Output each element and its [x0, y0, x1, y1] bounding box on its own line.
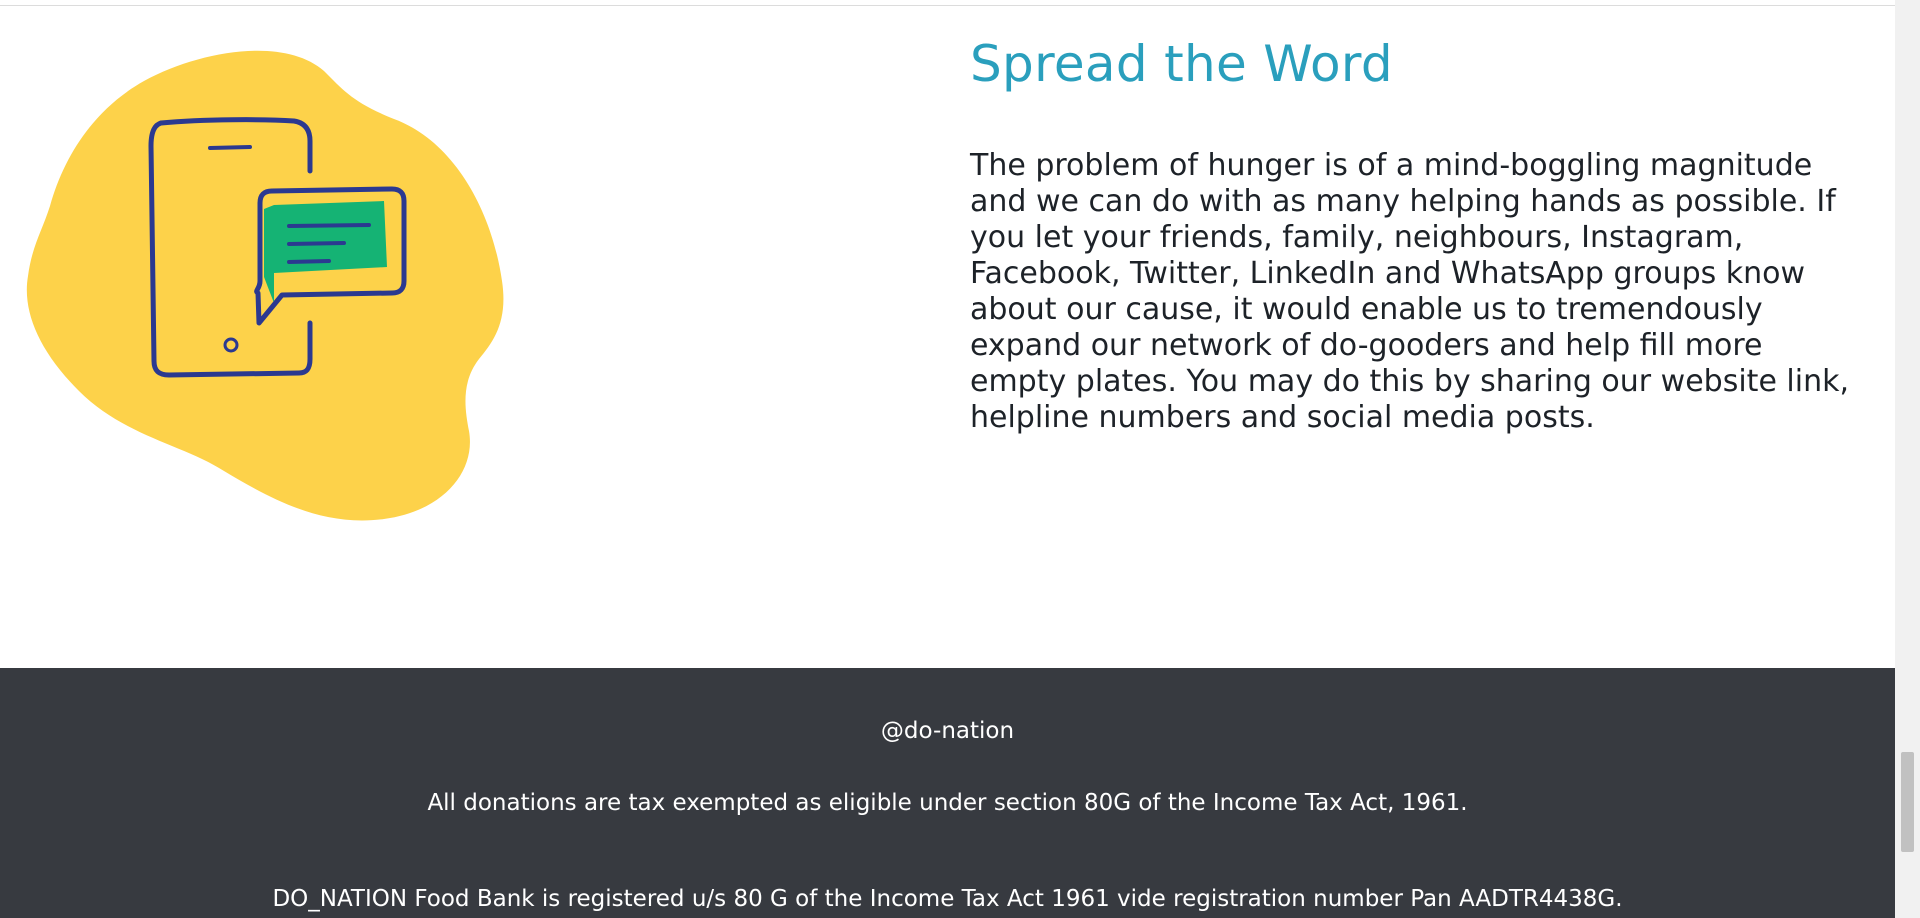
section-title: Spread the Word: [970, 35, 1393, 93]
footer-tax-note: All donations are tax exempted as eligib…: [427, 790, 1468, 816]
page: Spread the Word The problem of hunger is…: [0, 0, 1920, 918]
footer-registration: DO_NATION Food Bank is registered u/s 80…: [272, 886, 1623, 912]
vertical-scrollbar[interactable]: [1895, 0, 1920, 918]
spread-the-word-section: Spread the Word The problem of hunger is…: [0, 6, 1895, 668]
phone-chat-icon: [26, 50, 504, 521]
section-text: Spread the Word The problem of hunger is…: [970, 34, 1860, 436]
section-body: The problem of hunger is of a mind-boggl…: [970, 148, 1850, 435]
footer-handle: @do-nation: [880, 718, 1015, 744]
footer: @do-nation All donations are tax exempte…: [0, 668, 1895, 918]
scrollbar-thumb[interactable]: [1901, 752, 1914, 852]
phone-chat-illustration: [24, 41, 504, 531]
